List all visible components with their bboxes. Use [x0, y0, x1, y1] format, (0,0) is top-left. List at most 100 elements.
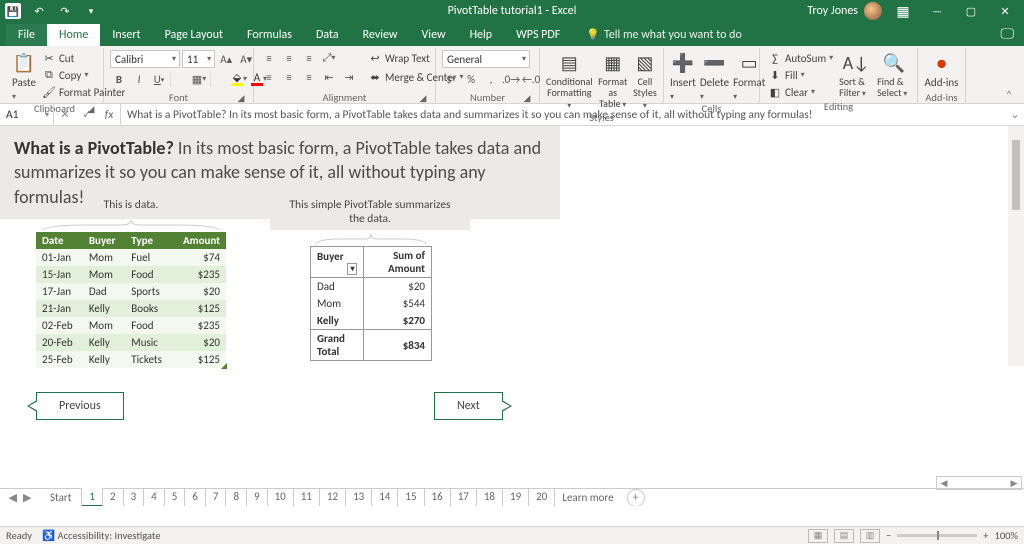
- clipboard-launcher[interactable]: ◢: [85, 103, 97, 115]
- close-button[interactable]: ✕: [992, 0, 1018, 22]
- insert-function[interactable]: fx: [98, 104, 120, 125]
- increase-font-button[interactable]: A▴: [217, 51, 235, 67]
- tab-page-layout[interactable]: Page Layout: [153, 24, 235, 46]
- paste-button[interactable]: 📋 Paste: [12, 50, 36, 102]
- sheet-tab-5[interactable]: 5: [165, 488, 186, 506]
- zoom-in[interactable]: +: [983, 529, 988, 542]
- sheet-tab-19[interactable]: 19: [503, 488, 529, 506]
- horizontal-scrollbar[interactable]: ◀▶: [936, 476, 1022, 490]
- tab-home[interactable]: Home: [47, 24, 100, 46]
- sheet-tab-20[interactable]: 20: [529, 488, 555, 506]
- bold-button[interactable]: B: [110, 71, 128, 87]
- new-sheet-button[interactable]: +: [627, 489, 645, 507]
- ribbon-display-options[interactable]: [890, 0, 916, 22]
- sheet-tab-11[interactable]: 11: [294, 488, 320, 506]
- undo-button[interactable]: ↶: [26, 0, 52, 22]
- align-center[interactable]: ≡: [280, 69, 298, 85]
- sheet-tab-9[interactable]: 9: [247, 488, 268, 506]
- filter-icon[interactable]: ▾: [347, 263, 357, 275]
- font-size-select[interactable]: 11: [182, 50, 215, 68]
- page-layout-view[interactable]: ▤: [834, 529, 854, 543]
- increase-decimal[interactable]: .0→: [502, 71, 520, 87]
- sheet-tab-learn[interactable]: Learn more: [555, 489, 620, 506]
- cell-styles-button[interactable]: ▧Cell Styles: [633, 50, 657, 111]
- decrease-font-button[interactable]: A▾: [237, 51, 255, 67]
- align-left[interactable]: ≡: [260, 69, 278, 85]
- tab-help[interactable]: Help: [458, 24, 505, 46]
- restore-button[interactable]: ▢: [958, 0, 984, 22]
- font-name-select[interactable]: Calibri: [110, 50, 180, 68]
- fill-button[interactable]: ⬇Fill: [766, 67, 835, 83]
- comma-format[interactable]: ,: [482, 71, 500, 87]
- decrease-decimal[interactable]: ←.0: [522, 71, 540, 87]
- font-launcher[interactable]: ◢: [235, 92, 247, 104]
- sheet-tab-start[interactable]: Start: [40, 489, 82, 506]
- next-button[interactable]: Next: [434, 392, 503, 420]
- sheet-tab-15[interactable]: 15: [398, 488, 424, 506]
- name-box[interactable]: A1: [0, 104, 54, 125]
- number-launcher[interactable]: ◢: [521, 92, 533, 104]
- sheet-tab-3[interactable]: 3: [124, 488, 145, 506]
- percent-format[interactable]: %: [462, 71, 480, 87]
- redo-button[interactable]: ↷: [52, 0, 78, 22]
- normal-view[interactable]: ▦: [808, 529, 828, 543]
- autosum-button[interactable]: ∑AutoSum: [766, 50, 835, 66]
- align-right[interactable]: ≡: [300, 69, 318, 85]
- pivot-buyer-header[interactable]: Buyer▾: [311, 247, 364, 278]
- expand-formula-bar[interactable]: ⌄: [1006, 107, 1024, 122]
- italic-button[interactable]: I: [130, 71, 148, 87]
- indent-decrease[interactable]: ⇤: [320, 69, 338, 85]
- orientation-button[interactable]: ⤢: [320, 50, 338, 66]
- accessibility-status[interactable]: ♿ Accessibility: Investigate: [42, 529, 160, 542]
- sheet-tab-14[interactable]: 14: [372, 488, 398, 506]
- zoom-level[interactable]: 100%: [995, 529, 1018, 542]
- tell-me-search[interactable]: Tell me what you want to do: [578, 24, 750, 46]
- alignment-launcher[interactable]: ◢: [417, 92, 429, 104]
- sheet-tab-12[interactable]: 12: [320, 488, 346, 506]
- clear-button[interactable]: ◧Clear: [766, 84, 835, 100]
- addins-button[interactable]: ●Add-ins: [924, 50, 959, 89]
- user-account[interactable]: Troy Jones: [807, 2, 882, 20]
- tab-view[interactable]: View: [410, 24, 458, 46]
- fill-color-button[interactable]: ⬙: [230, 71, 248, 87]
- insert-cells-button[interactable]: ➕Insert: [670, 50, 696, 102]
- sheet-tab-8[interactable]: 8: [226, 488, 247, 506]
- collapse-ribbon[interactable]: ˄: [1000, 48, 1018, 103]
- sheet-tab-18[interactable]: 18: [477, 488, 503, 506]
- vertical-scrollbar[interactable]: [1008, 126, 1024, 366]
- format-as-table-button[interactable]: ▦Format as Table: [597, 50, 629, 110]
- align-bottom[interactable]: ≡: [300, 50, 318, 66]
- sheet-tab-1[interactable]: 1: [82, 488, 103, 506]
- previous-button[interactable]: Previous: [36, 392, 124, 420]
- table-resize-handle[interactable]: [221, 363, 227, 369]
- accounting-format[interactable]: $: [442, 71, 460, 87]
- share-button[interactable]: 🖵: [991, 21, 1024, 46]
- sheet-nav[interactable]: ◀▶: [0, 491, 40, 504]
- underline-button[interactable]: U▾: [150, 71, 168, 87]
- sheet-tab-7[interactable]: 7: [206, 488, 227, 506]
- qat-customize[interactable]: ▾: [78, 0, 104, 22]
- sheet-tab-17[interactable]: 17: [451, 488, 477, 506]
- tab-file[interactable]: File: [6, 24, 47, 46]
- sort-filter-button[interactable]: A↓Sort & Filter: [839, 50, 873, 99]
- find-select-button[interactable]: 🔍Find & Select: [877, 50, 911, 99]
- delete-cells-button[interactable]: ➖Delete: [700, 50, 729, 102]
- minimize-button[interactable]: —: [924, 0, 950, 22]
- sheet-tab-13[interactable]: 13: [346, 488, 372, 506]
- tab-data[interactable]: Data: [304, 24, 351, 46]
- sheet-tab-2[interactable]: 2: [103, 488, 124, 506]
- conditional-formatting-button[interactable]: ▤Conditional Formatting: [546, 50, 593, 111]
- tab-review[interactable]: Review: [351, 24, 410, 46]
- page-break-view[interactable]: ▥: [860, 529, 880, 543]
- indent-increase[interactable]: ⇥: [340, 69, 358, 85]
- tab-formulas[interactable]: Formulas: [235, 24, 304, 46]
- number-format-select[interactable]: General: [442, 50, 530, 68]
- tab-insert[interactable]: Insert: [100, 24, 152, 46]
- sheet-tab-16[interactable]: 16: [425, 488, 451, 506]
- zoom-slider[interactable]: [897, 534, 977, 537]
- save-button[interactable]: 💾: [0, 0, 26, 22]
- tab-wps-pdf[interactable]: WPS PDF: [504, 24, 572, 46]
- sheet-tab-4[interactable]: 4: [144, 488, 165, 506]
- zoom-out[interactable]: −: [886, 529, 891, 542]
- sheet-tab-6[interactable]: 6: [185, 488, 206, 506]
